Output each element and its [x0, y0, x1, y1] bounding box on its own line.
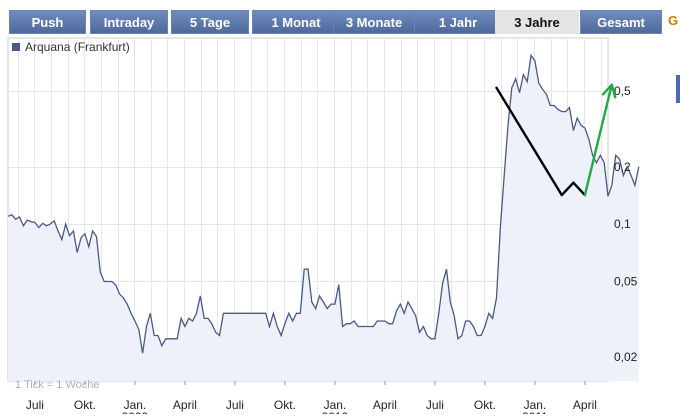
tick-footnote: 1 Tick = 1 Woche: [15, 379, 99, 391]
x-tick-label: April: [373, 398, 397, 412]
tab-intraday[interactable]: Intraday: [90, 10, 168, 34]
x-year-label: 2010: [322, 410, 349, 414]
x-tick-label: Juli: [426, 398, 444, 412]
tab-3-jahre[interactable]: 3 Jahre: [495, 10, 579, 34]
x-tick-label: Okt.: [274, 398, 296, 412]
edge-blue-block: [676, 75, 680, 103]
x-tick-label: Juli: [226, 398, 244, 412]
legend-swatch: [12, 43, 20, 51]
tab-push[interactable]: Push: [9, 10, 86, 34]
x-tick-label: April: [173, 398, 197, 412]
tab-gesamt[interactable]: Gesamt: [580, 10, 662, 34]
tab-1-jahr[interactable]: 1 Jahr: [414, 10, 502, 34]
tab-3-monate[interactable]: 3 Monate: [333, 10, 415, 34]
price-chart: 0,5 0,2 0,1 0,05 0,02 Juli Okt. Jan. April Juli Ok…: [0, 36, 680, 419]
period-tab-bar: Push Intraday 5 Tage 1 Monat 3 Monate 1 Jahr 3…: [0, 0, 680, 36]
tab-1-monat[interactable]: 1 Monat: [252, 10, 340, 34]
chart-svg: 0,50,20,10,050,02Juli Okt. Jan. April Juli Ok…: [7, 37, 640, 419]
x-tick-label: Okt.: [74, 398, 96, 412]
x-tick-label: Okt.: [474, 398, 496, 412]
y-tick-label: 0,2: [614, 160, 631, 174]
tab-5-tage[interactable]: 5 Tage: [171, 10, 249, 34]
x-tick-label: Juli: [26, 398, 44, 412]
y-tick-label: 0,05: [614, 274, 638, 288]
x-tick-label: April: [573, 398, 597, 412]
x-year-label: 2011: [522, 410, 548, 414]
y-tick-label: 0,5: [614, 84, 631, 98]
legend-label: Arquana (Frankfurt): [25, 40, 130, 54]
y-tick-label: 0,1: [614, 217, 631, 231]
x-year-label: 2009: [122, 410, 149, 414]
y-tick-label: 0,02: [614, 350, 638, 364]
edge-letter: G: [668, 13, 679, 28]
